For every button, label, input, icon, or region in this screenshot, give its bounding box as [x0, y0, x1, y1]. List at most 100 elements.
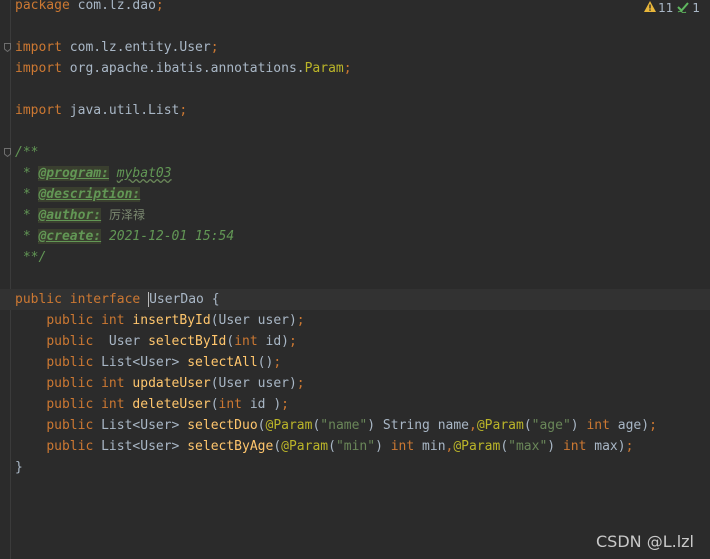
fold-marker-icon[interactable] — [4, 148, 11, 157]
keyword: import — [15, 61, 62, 76]
code-line-1: package com.lz.dao; — [0, 0, 710, 16]
keyword: public — [46, 439, 94, 454]
doc-prefix: * — [15, 229, 39, 244]
paren: ( — [257, 418, 266, 433]
string-literal: "min" — [335, 439, 376, 454]
keyword: public — [15, 292, 62, 307]
code-line-16: public int insertById(User user); — [0, 310, 710, 331]
params: (User user) — [210, 313, 297, 328]
semicolon: ; — [273, 355, 282, 370]
params: max) — [586, 439, 626, 454]
doc-prefix: * — [15, 208, 39, 223]
fold-marker-icon[interactable] — [4, 43, 11, 52]
keyword: public — [46, 313, 94, 328]
param-type: int — [562, 439, 587, 454]
return-type: int — [101, 313, 125, 328]
interface-name: UserDao — [149, 292, 204, 307]
code-line-12: * @create: 2021-12-01 15:54 — [0, 226, 710, 247]
keyword: public — [46, 418, 94, 433]
semicolon: ; — [296, 376, 305, 391]
keyword: interface — [69, 292, 141, 307]
doc-value: 厉泽禄 — [108, 208, 145, 222]
open-brace: { — [203, 292, 220, 307]
import-path: com.lz.entity.User — [61, 40, 211, 55]
semicolon: ; — [343, 61, 352, 76]
return-type: int — [101, 397, 125, 412]
semicolon: ; — [296, 313, 305, 328]
params: () — [257, 355, 274, 370]
doc-comment-close: **/ — [15, 250, 47, 265]
param-type: int — [586, 418, 610, 433]
semicolon: ; — [281, 397, 289, 412]
doc-value: mybat03 — [116, 166, 172, 181]
watermark: CSDN @L.lzl — [596, 532, 694, 551]
params: (User user) — [210, 376, 297, 391]
code-line-10: * @description: — [0, 184, 710, 205]
keyword: public — [46, 334, 94, 349]
return-type: List<User> — [101, 439, 180, 454]
method-name: selectById — [148, 334, 227, 349]
return-type: int — [101, 376, 125, 391]
package-name: com.lz.dao — [69, 0, 156, 13]
param-type: int — [234, 334, 258, 349]
paren: ) — [570, 418, 587, 433]
import-class: Param — [304, 61, 344, 76]
semicolon: ; — [155, 0, 164, 13]
paren: ( — [523, 418, 532, 433]
paren: ( — [273, 439, 282, 454]
string-literal: "age" — [531, 418, 571, 433]
code-line-21: public List<User> selectDuo(@Param("name… — [0, 415, 710, 436]
code-line-11: * @author: 厉泽禄 — [0, 205, 710, 226]
doc-prefix: * — [15, 187, 39, 202]
paren: ( — [500, 439, 509, 454]
return-type: User — [93, 334, 141, 349]
keyword: public — [46, 376, 94, 391]
paren: ( — [210, 397, 219, 412]
code-line-18: public List<User> selectAll(); — [0, 352, 710, 373]
keyword: import — [15, 40, 62, 55]
paren: ( — [328, 439, 336, 454]
code-line-23: } — [0, 457, 710, 478]
code-line-20: public int deleteUser(int id ); — [0, 394, 710, 415]
params: min — [414, 439, 446, 454]
semicolon: ; — [625, 439, 634, 454]
params: age) — [609, 418, 650, 433]
keyword: public — [46, 397, 94, 412]
doc-comment-open: /** — [15, 145, 39, 160]
code-line-19: public int updateUser(User user); — [0, 373, 710, 394]
code-line-6: import java.util.List; — [0, 100, 710, 121]
import-path: java.util.List — [61, 103, 180, 118]
semicolon: ; — [649, 418, 657, 433]
import-path: org.apache.ibatis.annotations. — [61, 61, 305, 76]
paren: ( — [226, 334, 235, 349]
method-name: updateUser — [132, 376, 211, 391]
code-editor[interactable]: package com.lz.dao; import com.lz.entity… — [0, 0, 710, 478]
method-name: selectByAge — [187, 439, 274, 454]
keyword: public — [46, 355, 94, 370]
code-line-13: **/ — [0, 247, 710, 268]
doc-tag: @create: — [38, 229, 102, 244]
method-name: selectAll — [187, 355, 258, 370]
doc-tag: @program: — [38, 166, 109, 181]
code-line-17: public User selectById(int id); — [0, 331, 710, 352]
semicolon: ; — [179, 103, 188, 118]
string-literal: "max" — [508, 439, 548, 454]
params: ) String name — [367, 418, 470, 433]
params: id ) — [242, 397, 282, 412]
params: id) — [257, 334, 289, 349]
keyword: package — [15, 0, 70, 13]
semicolon: ; — [288, 334, 297, 349]
paren: ) — [547, 439, 563, 454]
code-line-4: import org.apache.ibatis.annotations.Par… — [0, 58, 710, 79]
annotation: @Param — [453, 439, 501, 454]
code-line-9: * @program: mybat03 — [0, 163, 710, 184]
doc-tag: @description: — [38, 187, 141, 202]
annotation: @Param — [265, 418, 313, 433]
code-line-3: import com.lz.entity.User; — [0, 37, 710, 58]
annotation: @Param — [281, 439, 329, 454]
param-type: int — [390, 439, 415, 454]
doc-tag: @author: — [38, 208, 102, 223]
string-literal: "name" — [320, 418, 368, 433]
